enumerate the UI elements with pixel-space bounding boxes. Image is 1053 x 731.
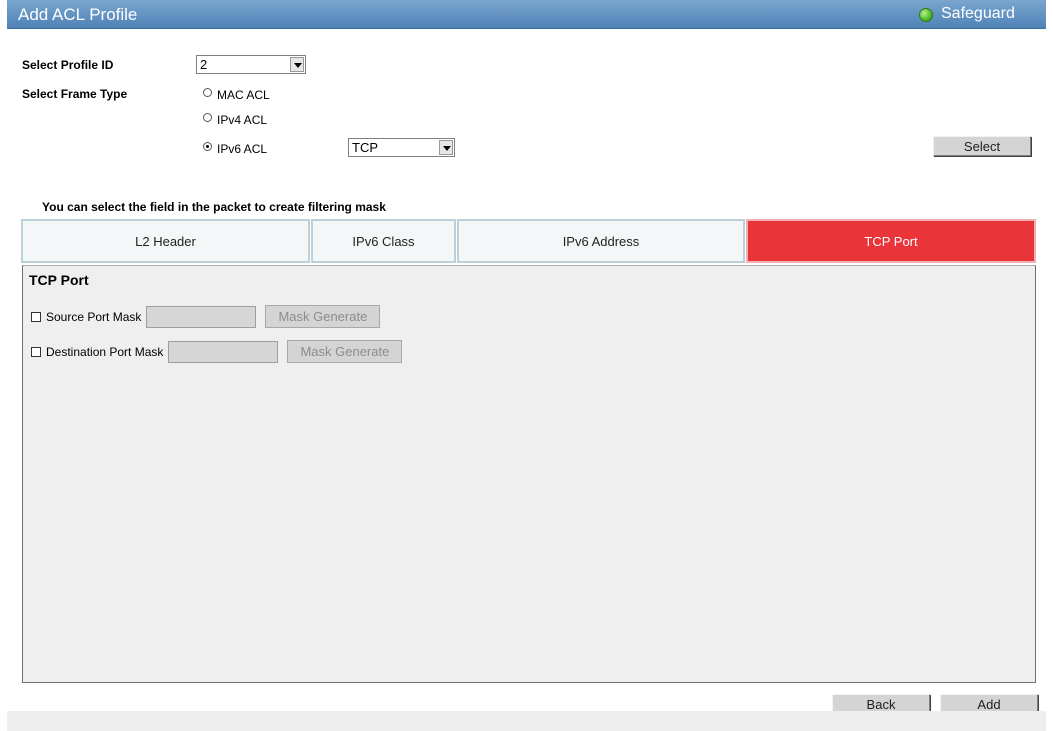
- chevron-down-icon[interactable]: [290, 57, 304, 72]
- protocol-value: TCP: [352, 140, 378, 155]
- title-bar: Add ACL Profile Safeguard: [7, 0, 1046, 29]
- source-port-row: Source Port Mask Mask Generate: [31, 305, 381, 328]
- safeguard-status-icon: [919, 8, 933, 22]
- tcp-port-panel: TCP Port Source Port Mask Mask Generate …: [22, 265, 1036, 683]
- source-port-mask-input[interactable]: [146, 305, 257, 328]
- destination-mask-generate-button[interactable]: Mask Generate: [287, 340, 403, 363]
- radio-ipv4-acl-label: IPv4 ACL: [217, 113, 268, 127]
- safeguard-label[interactable]: Safeguard: [941, 5, 1015, 23]
- source-port-checkbox[interactable]: [31, 311, 41, 322]
- destination-port-label: Destination Port Mask: [46, 344, 164, 359]
- source-mask-generate-button[interactable]: Mask Generate: [265, 305, 381, 328]
- tab-l2-header[interactable]: L2 Header: [21, 219, 310, 263]
- radio-selected-icon[interactable]: [203, 142, 212, 152]
- radio-ipv4-acl[interactable]: IPv4 ACL: [203, 113, 267, 127]
- protocol-select[interactable]: TCP: [348, 138, 455, 157]
- radio-icon[interactable]: [203, 88, 212, 98]
- footer-bar: [7, 711, 1046, 731]
- radio-mac-acl[interactable]: MAC ACL: [203, 88, 270, 102]
- filter-hint: You can select the field in the packet t…: [42, 200, 386, 214]
- tab-tcp-port[interactable]: TCP Port: [746, 219, 1036, 263]
- radio-ipv6-acl-label: IPv6 ACL: [217, 142, 268, 156]
- destination-port-row: Destination Port Mask Mask Generate: [31, 340, 403, 363]
- profile-id-label: Select Profile ID: [22, 58, 114, 72]
- radio-icon[interactable]: [203, 113, 212, 123]
- chevron-down-icon[interactable]: [439, 140, 453, 155]
- profile-id-select[interactable]: 2: [196, 55, 306, 74]
- destination-port-checkbox[interactable]: [31, 346, 41, 357]
- destination-port-mask-input[interactable]: [168, 340, 279, 363]
- tab-ipv6-class[interactable]: IPv6 Class: [311, 219, 456, 263]
- select-button[interactable]: Select: [933, 136, 1031, 156]
- field-tabs: L2 Header IPv6 Class IPv6 Address TCP Po…: [21, 219, 1037, 263]
- profile-id-value: 2: [200, 57, 208, 72]
- source-port-label: Source Port Mask: [46, 309, 142, 324]
- radio-mac-acl-label: MAC ACL: [217, 88, 270, 102]
- frame-type-label: Select Frame Type: [22, 87, 128, 101]
- radio-ipv6-acl[interactable]: IPv6 ACL: [203, 142, 267, 156]
- panel-title: TCP Port: [29, 272, 89, 288]
- tab-ipv6-address[interactable]: IPv6 Address: [457, 219, 745, 263]
- page-title: Add ACL Profile: [18, 5, 138, 24]
